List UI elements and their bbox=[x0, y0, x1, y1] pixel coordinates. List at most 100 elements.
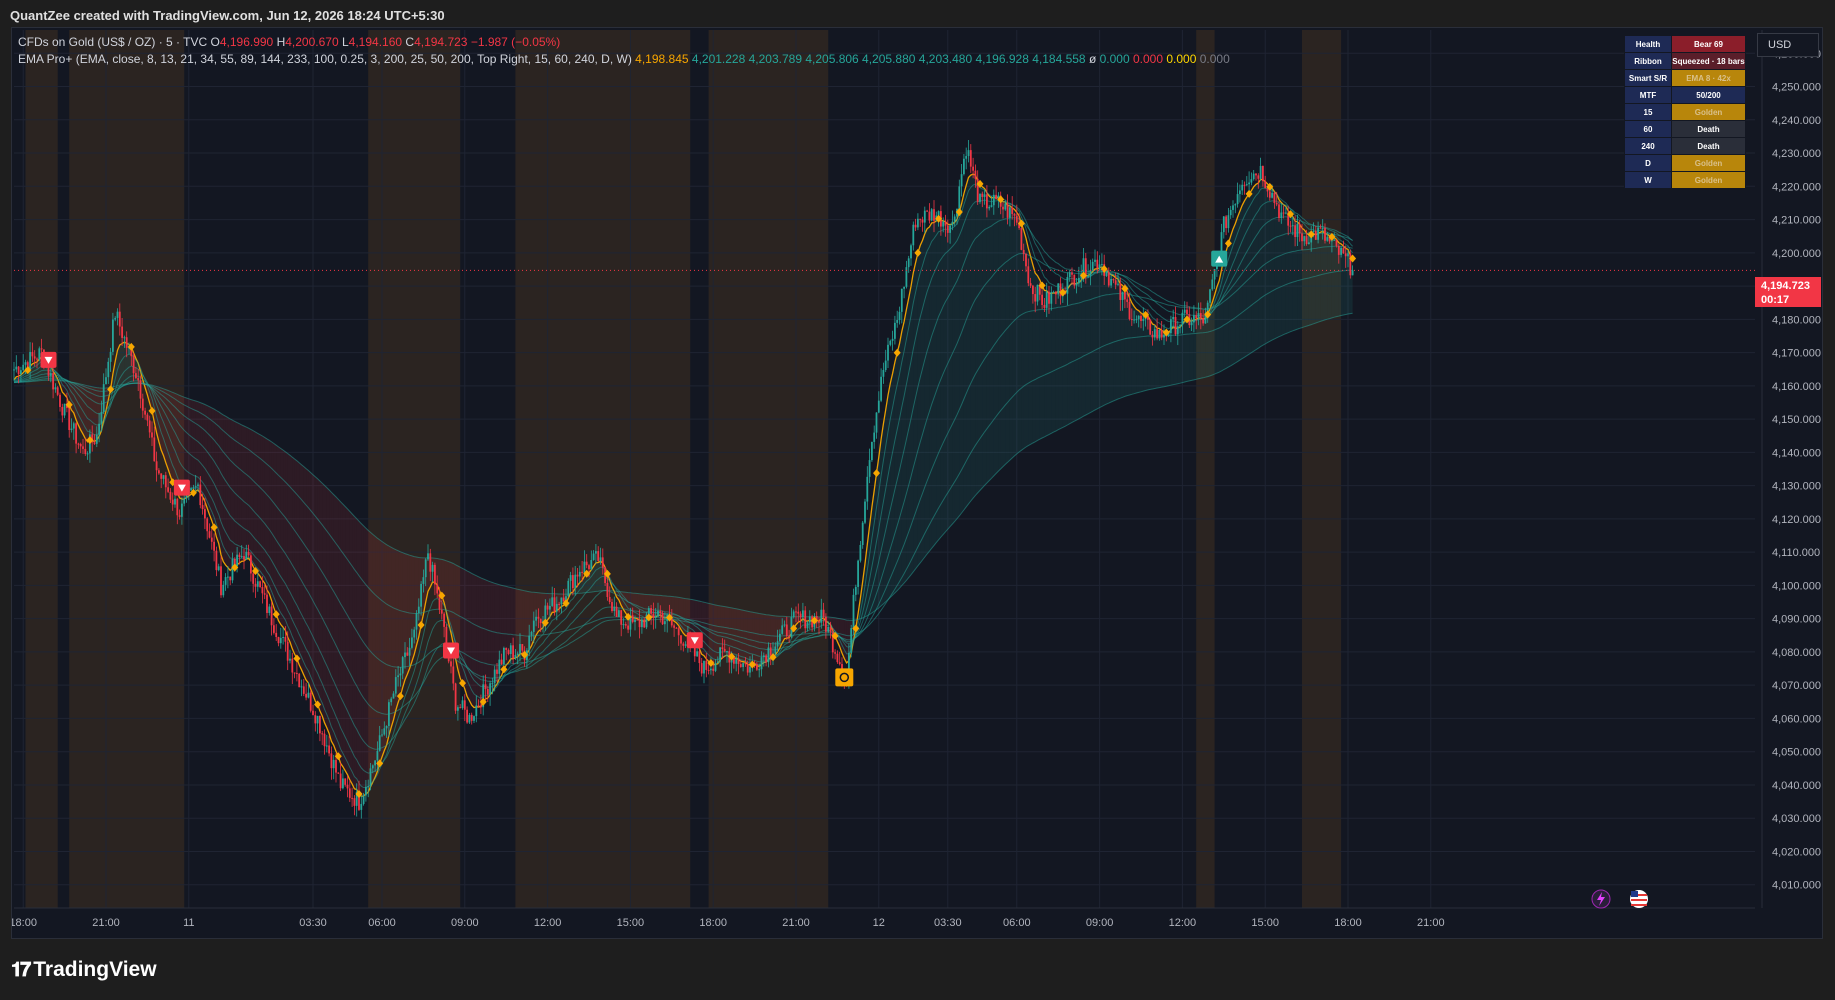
candle-body bbox=[291, 658, 294, 673]
candle-body bbox=[319, 715, 321, 734]
candle-body bbox=[192, 487, 195, 489]
ribbon-segment bbox=[708, 603, 711, 664]
ribbon-segment bbox=[710, 603, 714, 665]
session-band bbox=[1196, 30, 1215, 908]
candle-body bbox=[854, 586, 857, 595]
candle-body bbox=[882, 370, 885, 377]
ribbon-segment bbox=[1242, 200, 1245, 359]
candle-body bbox=[473, 716, 475, 721]
candle-body bbox=[1068, 272, 1071, 278]
candle-body bbox=[595, 551, 597, 554]
high-label: H bbox=[276, 35, 286, 49]
x-tick-label: 03:30 bbox=[299, 917, 327, 929]
candle-body bbox=[705, 660, 708, 670]
candle-body bbox=[98, 423, 100, 435]
chart-area[interactable]: 4,010.000 4,020.000 4,030.000 4,040.000 4,05… bbox=[11, 27, 1823, 939]
candle-body bbox=[1241, 184, 1244, 191]
y-tick-label: 4,050.000 bbox=[1772, 747, 1821, 759]
bar-countdown: 00:17 bbox=[1761, 294, 1790, 306]
ribbon-segment bbox=[1081, 275, 1084, 418]
candle-body bbox=[316, 715, 319, 724]
candle-body bbox=[873, 432, 876, 442]
ribbon-segment bbox=[743, 610, 746, 663]
ribbon-segment bbox=[1007, 205, 1010, 463]
candle-body bbox=[1195, 315, 1198, 319]
candle-body bbox=[555, 603, 558, 612]
candle-body bbox=[716, 661, 719, 664]
candle-body bbox=[1041, 294, 1043, 305]
ribbon-segment bbox=[1108, 273, 1112, 404]
ema-value-1: 4,201.228 bbox=[688, 52, 746, 66]
candle-body bbox=[880, 376, 882, 401]
candle-body bbox=[726, 651, 728, 653]
ribbon-segment bbox=[1313, 233, 1316, 324]
candle-body bbox=[266, 594, 268, 613]
y-tick-label: 4,210.000 bbox=[1772, 215, 1821, 227]
ribbon-segment bbox=[216, 410, 219, 544]
indicator-name[interactable]: EMA Pro+ (EMA, close, 8, 13, 21, 34, 55,… bbox=[18, 52, 632, 66]
candle-body bbox=[1340, 247, 1342, 255]
candle-body bbox=[1096, 259, 1099, 269]
ema-value-2: 4,203.789 bbox=[745, 52, 802, 66]
candle-body bbox=[578, 571, 581, 577]
candle-body bbox=[1043, 304, 1046, 308]
ribbon-segment bbox=[363, 525, 366, 797]
candle-body bbox=[1117, 283, 1119, 285]
candle-body bbox=[1029, 283, 1032, 286]
candle-body bbox=[1289, 225, 1292, 227]
ribbon-segment bbox=[267, 438, 270, 594]
candle-body bbox=[583, 561, 586, 573]
price-chart-svg[interactable]: 4,010.000 4,020.000 4,030.000 4,040.000 4,05… bbox=[12, 28, 1822, 938]
ribbon-segment bbox=[359, 521, 362, 797]
candle-body bbox=[353, 798, 356, 806]
candle-body bbox=[457, 707, 459, 711]
ribbon-segment bbox=[250, 429, 254, 567]
candle-body bbox=[109, 351, 112, 362]
session-band bbox=[25, 30, 58, 908]
signal-sell-marker bbox=[443, 642, 459, 659]
candle-body bbox=[551, 597, 554, 606]
candle-body bbox=[229, 576, 232, 581]
candle-body bbox=[1308, 242, 1310, 245]
candle-body bbox=[910, 245, 912, 259]
candle-body bbox=[783, 624, 786, 626]
candle-body bbox=[1280, 212, 1283, 219]
symbol-name[interactable]: CFDs on Gold (US$ / OZ) · 5 · TVC bbox=[18, 35, 207, 49]
candle-body bbox=[1098, 264, 1101, 269]
candle-body bbox=[958, 186, 961, 210]
candle-body bbox=[1193, 315, 1195, 323]
ribbon-segment bbox=[1055, 291, 1059, 431]
candle-body bbox=[912, 224, 915, 246]
ribbon-segment bbox=[1115, 277, 1118, 401]
ribbon-segment bbox=[1067, 285, 1070, 425]
ribbon-segment bbox=[883, 409, 886, 604]
candle-body bbox=[654, 616, 657, 618]
y-tick-label: 4,220.000 bbox=[1772, 181, 1821, 193]
candle-body bbox=[314, 715, 317, 724]
us-flag-icon[interactable] bbox=[1630, 890, 1648, 908]
candle-body bbox=[298, 673, 301, 688]
candle-body bbox=[797, 611, 800, 614]
candle-body bbox=[634, 619, 636, 623]
ribbon-segment bbox=[1009, 205, 1013, 461]
ribbon-segment bbox=[980, 183, 983, 491]
ribbon-segment bbox=[1051, 292, 1054, 434]
candle-body bbox=[268, 606, 271, 613]
x-tick-label: 11 bbox=[183, 917, 194, 929]
candle-body bbox=[739, 664, 742, 668]
dashboard-row: Health Bear 69 bbox=[1624, 35, 1746, 53]
candle-body bbox=[1351, 270, 1354, 276]
candle-body bbox=[765, 655, 767, 663]
y-tick-label: 4,030.000 bbox=[1772, 813, 1821, 825]
candle-body bbox=[1337, 245, 1340, 255]
candle-body bbox=[710, 668, 712, 671]
lightning-icon[interactable] bbox=[1591, 889, 1611, 909]
ribbon-segment bbox=[168, 390, 171, 476]
candle-body bbox=[305, 693, 307, 698]
x-tick-label: 15:00 bbox=[617, 917, 645, 929]
x-tick-label: 06:00 bbox=[368, 917, 396, 929]
y-tick-label: 4,180.000 bbox=[1772, 314, 1821, 326]
currency-selector[interactable]: USD bbox=[1757, 33, 1819, 57]
candle-body bbox=[82, 446, 84, 449]
candle-body bbox=[374, 760, 376, 766]
